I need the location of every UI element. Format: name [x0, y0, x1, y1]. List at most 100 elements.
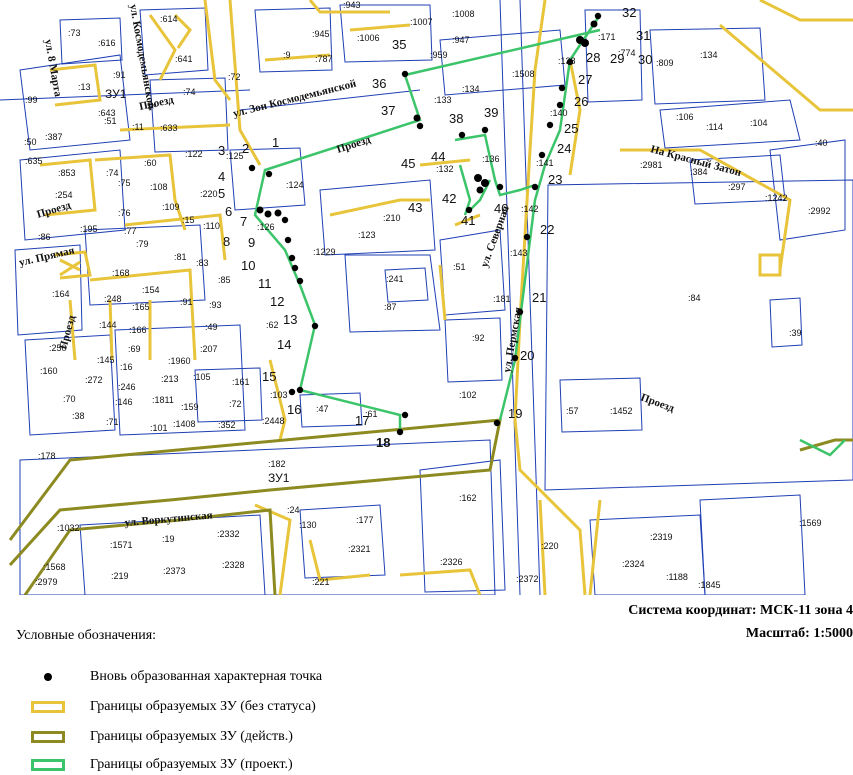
point-number-label: 15	[262, 369, 276, 384]
cadastral-number-label: :70	[63, 394, 76, 404]
cadastral-number-label: :1008	[452, 9, 475, 19]
cadastral-number-label: :809	[656, 58, 674, 68]
point-number-label: 29	[610, 51, 624, 66]
cadastral-number-label: :38	[72, 411, 85, 421]
point-number-label: 37	[381, 103, 395, 118]
cadastral-number-label: :50	[24, 137, 37, 147]
point-number-label: 6	[225, 204, 232, 219]
cadastral-number-label: :220	[541, 541, 559, 551]
cadastral-number-label: :160	[40, 366, 58, 376]
point-number-label: 32	[622, 5, 636, 20]
cadastral-number-label: :105	[193, 372, 211, 382]
cadastral-number-label: :102	[459, 390, 477, 400]
cadastral-number-label: :1242	[765, 193, 788, 203]
cadastral-number-label: :352	[218, 420, 236, 430]
cadastral-number-label: :132	[436, 164, 454, 174]
cadastral-number-label: :114	[706, 122, 723, 132]
point-number-label: 30	[638, 52, 652, 67]
cadastral-number-label: :248	[104, 294, 122, 304]
cadastral-number-label: :177	[356, 515, 374, 525]
cadastral-number-label: :16	[120, 362, 133, 372]
cadastral-number-label: :9	[283, 50, 291, 60]
cadastral-number-label: :1569	[799, 518, 822, 528]
cadastral-number-label: :2324	[622, 559, 645, 569]
cadastral-number-label: :109	[162, 202, 180, 212]
cadastral-number-label: :1408	[173, 419, 196, 429]
cadastral-number-label: :140	[550, 108, 568, 118]
cadastral-number-label: :106	[676, 112, 694, 122]
point-number-label: 4	[218, 169, 225, 184]
cadastral-number-label: :1006	[357, 33, 380, 43]
point-number-label: 41	[461, 213, 475, 228]
cadastral-number-label: :87	[384, 302, 397, 312]
point-number-label: 20	[520, 348, 534, 363]
point-number-label: 31	[636, 28, 650, 43]
point-number-label: 35	[392, 37, 406, 52]
cadastral-number-label: :11	[132, 122, 144, 132]
cadastral-number-label: :124	[286, 180, 304, 190]
cadastral-number-label: :24	[287, 505, 300, 515]
cadastral-number-label: :134	[462, 84, 480, 94]
point-number-label: 45	[401, 156, 415, 171]
point-number-label: 2	[242, 141, 249, 156]
legend-item-zu-project: Границы образуемых ЗУ (проект.)	[28, 755, 293, 775]
legend-label: Вновь образованная характерная точка	[90, 669, 323, 684]
point-number-label: 40	[494, 201, 508, 216]
point-number-label: 26	[574, 94, 588, 109]
cadastral-number-label: :47	[316, 404, 329, 414]
point-number-label: 16	[287, 402, 301, 417]
cadastral-number-label: :2321	[348, 544, 371, 554]
cadastral-number-label: :110	[203, 221, 220, 231]
cadastral-number-label: :71	[106, 417, 119, 427]
cadastral-number-label: :104	[750, 118, 768, 128]
cadastral-number-label: :635	[25, 156, 43, 166]
cadastral-number-label: :297	[728, 182, 746, 192]
cadastral-number-label: :72	[229, 399, 242, 409]
cadastral-number-label: :73	[68, 28, 81, 38]
cadastral-number-label: :72	[228, 72, 241, 82]
point-number-label: 13	[283, 312, 297, 327]
cadastral-number-label: :181	[493, 294, 511, 304]
cadastral-number-label: :1229	[313, 247, 336, 257]
cadastral-number-label: :77	[124, 226, 137, 236]
cadastral-number-label: :93	[209, 300, 222, 310]
cadastral-number-label: :853	[58, 168, 76, 178]
cadastral-number-label: :133	[434, 95, 452, 105]
cadastral-number-label: :164	[52, 289, 70, 299]
cadastral-number-label: :2981	[640, 160, 663, 170]
cadastral-number-label: :75	[118, 178, 131, 188]
legend-label: Границы образуемых ЗУ (действ.)	[90, 729, 293, 744]
cadastral-number-label: :2332	[217, 529, 240, 539]
cadastral-number-label: :1571	[110, 540, 133, 550]
point-number-label: 39	[484, 105, 498, 120]
cadastral-map[interactable]: :943:614:1007:1008:73:616:945:1006:947:1…	[0, 0, 853, 595]
cadastral-number-label: :246	[118, 382, 136, 392]
cadastral-number-label: :141	[536, 158, 554, 168]
point-number-label: 17	[355, 413, 369, 428]
point-number-label: 12	[270, 294, 284, 309]
cadastral-number-label: :166	[129, 325, 147, 335]
cadastral-number-label: :272	[85, 375, 103, 385]
cadastral-number-label: :387	[45, 132, 63, 142]
cadastral-number-label: :2979	[35, 577, 58, 587]
point-number-label: 8	[223, 234, 230, 249]
cadastral-number-label: :81	[174, 252, 187, 262]
cadastral-number-label: :254	[55, 190, 73, 200]
cadastral-number-label: :101	[150, 423, 168, 433]
cadastral-number-label: :162	[459, 493, 477, 503]
cadastral-number-label: :86	[38, 232, 51, 242]
cadastral-number-label: :1845	[698, 580, 721, 590]
cadastral-number-label: :959	[430, 50, 448, 60]
cadastral-number-label: :126	[257, 222, 275, 232]
cadastral-number-label: :165	[132, 302, 150, 312]
cadastral-number-label: :1188	[666, 572, 688, 582]
cadastral-number-label: :19	[162, 534, 175, 544]
cadastral-number-label: :134	[700, 50, 718, 60]
cadastral-number-label: :122	[185, 149, 203, 159]
cadastral-number-label: :210	[383, 213, 401, 223]
cadastral-number-label: :143	[510, 248, 528, 258]
cadastral-number-label: :144	[99, 320, 117, 330]
cadastral-number-label: :2992	[808, 206, 831, 216]
cadastral-number-label: :125	[226, 151, 244, 161]
cadastral-number-label: :91	[113, 70, 126, 80]
